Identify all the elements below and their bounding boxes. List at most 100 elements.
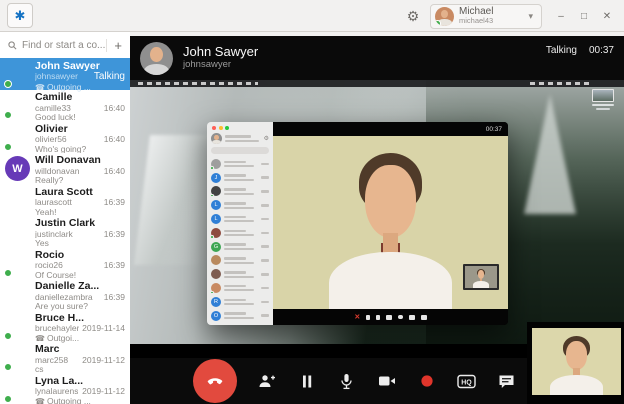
message-text: Of Course! [35,271,76,280]
file-thumbnail [592,89,614,102]
gear-icon: ⚙ [407,8,420,25]
shared-app-video-area: 00:37 ✕ [273,122,508,325]
avatar [211,228,221,238]
shared-app-sidebar: ⚙ JLLGRO [207,122,273,325]
hold-icon [366,315,370,320]
contact-avatar [5,125,30,150]
sidebar: + John SawyerjohnsawyerTalking☎Outgoing … [0,32,130,404]
file-label-line [596,108,610,110]
contact-avatar [5,314,30,339]
contact-timestamp: 16:39 [101,230,125,239]
avatar [211,186,221,196]
contact-avatar [5,377,30,402]
record-button[interactable] [410,365,443,398]
text-line [225,135,251,138]
profile-avatar [435,7,454,26]
contact-avatar [5,219,30,244]
contact-list-item[interactable]: Danielle Za...daniellezambra16:39Are you… [0,279,130,311]
contact-username: daniellezambra [35,293,93,302]
self-view-pip[interactable] [527,322,624,404]
maximize-button[interactable]: □ [577,11,591,22]
contact-last-message: Yeah! [35,208,125,217]
contact-list-item[interactable]: Bruce H...brucehayler2019-11-14☎Outgoi..… [0,310,130,342]
contact-avatar [5,282,30,307]
camera-button[interactable] [370,365,403,398]
contact-username: brucehayler [35,324,79,333]
contact-name: Rocio [35,250,125,261]
contact-list-item[interactable]: Olivierolivier5616:40Who's going? [0,121,130,153]
message-text: Good luck! [35,113,76,122]
contact-username: lynalaurens [35,387,78,396]
contact-list-item[interactable]: Justin Clarkjustinclark16:39Yes [0,216,130,248]
message-text: Are you sure? [35,302,88,311]
online-status-dot [4,332,12,340]
shared-app-call-timer: 00:37 [273,122,508,136]
avatar: J [211,173,221,183]
contact-list-item[interactable]: Marcmarc2582019-11-12cs [0,342,130,374]
shared-app-contact-row: O [211,309,269,323]
contact-list-item[interactable]: Camillecamille3316:40Good luck! [0,90,130,122]
contact-list-item[interactable]: John SawyerjohnsawyerTalking☎Outgoing ..… [0,58,130,90]
settings-button[interactable]: ⚙ [400,4,426,29]
contact-name: Olivier [35,124,125,135]
hd-quality-button[interactable]: HQ [450,365,483,398]
hang-up-icon: ✕ [354,314,360,321]
contact-list-item[interactable]: Lyna La...lynalaurens2019-11-12☎Outgoing… [0,373,130,404]
contact-last-message: Good luck! [35,113,125,122]
contact-username: willdonavan [35,167,79,176]
online-status-dot [4,143,12,151]
shared-app-contact-row [211,254,269,268]
contact-name: Lyna La... [35,376,125,387]
avatar: L [211,200,221,210]
hold-button[interactable] [290,365,323,398]
hang-up-button[interactable] [193,359,237,403]
phone-icon: ☎ [35,397,45,404]
minimize-button[interactable]: – [554,11,568,22]
avatar [211,269,221,279]
shared-app-contact-row [211,185,269,199]
open-chat-button[interactable] [490,365,523,398]
call-timer: 00:37 [589,45,614,56]
contact-name: Camille [35,92,125,103]
record-icon [420,374,434,388]
shared-app-call-controls: ✕ [273,309,508,325]
titlebar: ✱ ⚙ Michael michael43 ▾ – □ ✕ [0,0,624,32]
avatar: R [211,297,221,307]
online-status-dot [4,80,12,88]
menubar-status-items [530,82,590,85]
contact-name: Danielle Za... [35,281,125,292]
profile-selector[interactable]: Michael michael43 ▾ [430,4,542,29]
shared-app-contact-row [211,157,269,171]
avatar [211,133,222,144]
shared-app-contact-row: G [211,240,269,254]
contact-list-item[interactable]: WWill Donavanwilldonavan16:40Really? [0,153,130,185]
contact-list-item[interactable]: Rociorocio2616:39Of Course! [0,247,130,279]
contact-timestamp: 16:40 [101,135,125,144]
hd-icon: HQ [457,374,476,389]
contact-name: Bruce H... [35,313,125,324]
message-text: Outgoi... [47,334,79,343]
hd-icon [409,315,415,320]
app-logo-button[interactable]: ✱ [7,3,33,28]
search-row: + [0,32,130,58]
add-participant-button[interactable] [250,365,283,398]
contact-avatar: W [5,156,30,181]
call-header: John Sawyer johnsawyer Talking 00:37 [130,36,624,80]
online-status-dot [4,363,12,371]
close-traffic-dot [212,126,216,130]
shared-app-video-frame [273,136,508,309]
chat-icon [498,374,515,389]
add-conversation-button[interactable]: + [106,39,124,52]
chat-icon [421,315,427,320]
shared-desktop-menubar [130,80,624,87]
self-video [532,328,621,395]
mute-microphone-button[interactable] [330,365,363,398]
avatar [211,283,221,293]
search-input[interactable] [22,40,106,51]
contact-list-item[interactable]: Laura Scottlaurascott16:39Yeah! [0,184,130,216]
phone-icon: ☎ [35,334,45,343]
close-button[interactable]: ✕ [600,11,614,22]
contact-name: Justin Clark [35,218,125,229]
contact-last-message: Are you sure? [35,302,125,311]
call-panel: John Sawyer johnsawyer Talking 00:37 [130,32,624,404]
